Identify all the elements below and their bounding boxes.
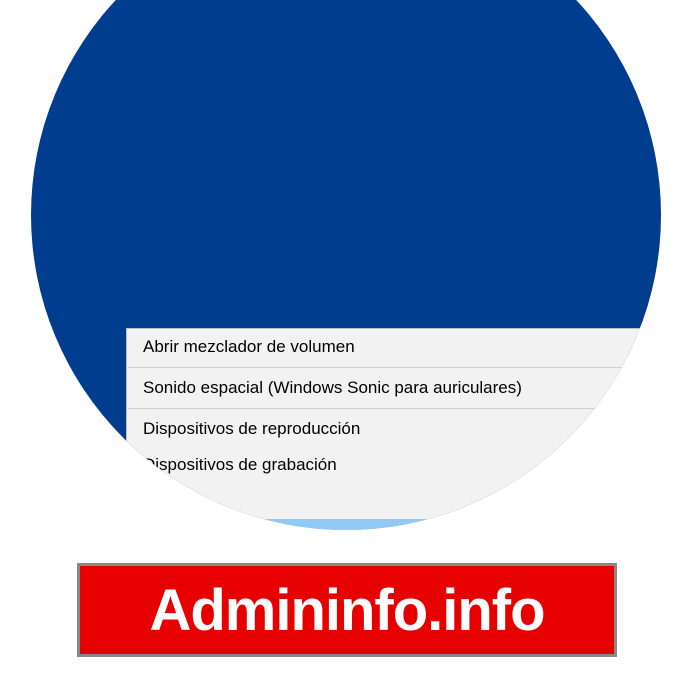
menu-item-sounds[interactable]: Sonidos [127, 483, 641, 519]
menu-item-spatial-sound[interactable]: Sonido espacial (Windows Sonic para auri… [127, 370, 641, 406]
watermark-banner: Admininfo.info [77, 563, 617, 657]
desktop-background-circle: Abrir mezclador de volumen Sonido espaci… [31, 0, 661, 530]
menu-item-recording-devices[interactable]: Dispositivos de grabación [127, 447, 641, 483]
sound-context-menu: Abrir mezclador de volumen Sonido espaci… [126, 328, 642, 530]
menu-separator [128, 367, 640, 368]
menu-item-troubleshoot-sound[interactable]: Solucionar problemas de sonido [127, 519, 641, 530]
watermark-text: Admininfo.info [149, 577, 544, 644]
menu-item-open-volume-mixer[interactable]: Abrir mezclador de volumen [127, 329, 641, 365]
menu-separator [128, 408, 640, 409]
menu-item-playback-devices[interactable]: Dispositivos de reproducción [127, 411, 641, 447]
